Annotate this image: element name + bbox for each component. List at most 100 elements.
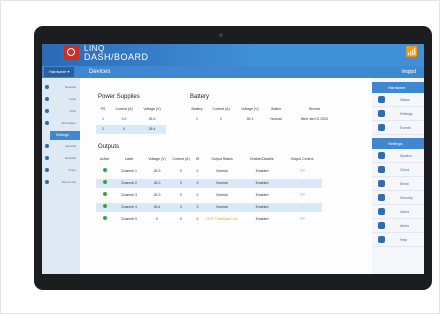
email-icon — [378, 180, 385, 187]
output-control-toggle[interactable] — [282, 191, 322, 200]
outputs-cell: Enabled — [242, 179, 282, 188]
right-item-system[interactable]: System — [372, 149, 424, 163]
output-control-toggle[interactable] — [282, 203, 322, 212]
outputs-cell: Channel 4 — [113, 203, 145, 212]
status-icon — [378, 96, 385, 103]
sidebar-item-links[interactable]: Links — [42, 94, 80, 105]
outputs-cell: 0 — [156, 217, 158, 221]
right-hardware-header[interactable]: Hardware — [372, 82, 424, 93]
info-icon — [45, 121, 49, 125]
outputs-table: Active Label Voltage (V) Current (A) W O… — [96, 155, 366, 274]
right-item-alerts[interactable]: Alerts — [372, 219, 424, 233]
outputs-cell: Channel 5 — [121, 217, 137, 221]
outputs-col-header: Active — [99, 157, 110, 161]
active-indicator-icon — [96, 191, 113, 200]
power-supplies-title: Power Supplies — [98, 94, 140, 100]
right-item-email[interactable]: Email — [372, 177, 424, 191]
ps-cell: 26.3 — [148, 117, 156, 121]
battery-cell: 1 — [196, 117, 198, 121]
ps-cell: 0 — [110, 125, 138, 134]
gear-icon — [45, 144, 49, 148]
right-item-status[interactable]: Status — [372, 93, 424, 107]
user-icon — [45, 168, 49, 172]
battery-col-header: Service — [308, 107, 321, 111]
sidebar-item-general[interactable]: General — [42, 141, 80, 152]
outputs-cell: 0 — [180, 169, 182, 173]
green-dot-icon — [102, 168, 107, 172]
outputs-cell: Enabled — [255, 169, 269, 173]
outputs-cell: 0 — [196, 169, 199, 173]
cloud-icon — [378, 166, 385, 173]
output-control-toggle[interactable] — [282, 167, 322, 176]
network-icon — [45, 85, 49, 89]
about-icon — [45, 180, 49, 184]
right-item-security[interactable]: Security — [372, 191, 424, 205]
events-icon — [378, 124, 385, 131]
right-item-settings[interactable]: Settings — [372, 107, 424, 121]
linq-logo-icon — [64, 45, 79, 60]
network-icon — [45, 156, 49, 160]
battery-title: Battery — [190, 94, 210, 100]
outputs-cell: 0 — [193, 179, 202, 188]
active-indicator-icon — [96, 167, 113, 176]
battery-col-header: Battery — [191, 107, 203, 111]
active-indicator-icon — [96, 215, 113, 224]
right-settings-header[interactable]: Settings — [372, 138, 424, 149]
sidebar-item-information[interactable]: Information — [42, 118, 80, 129]
outputs-col-header: Voltage (V) — [148, 157, 166, 161]
left-sidebar: Network Links Joint Information Settings… — [42, 78, 80, 274]
sidebar-settings-header[interactable]: Settings — [50, 131, 80, 140]
outputs-cell: 26.4 — [145, 203, 169, 212]
outputs-cell: Enabled — [255, 193, 269, 197]
outputs-cell: Normal — [216, 169, 228, 173]
outputs-cell: Normal — [202, 203, 242, 212]
sidebar-item-users[interactable]: Users — [42, 165, 80, 176]
outputs-col-header: Output Control — [290, 157, 314, 161]
battery-cell: 0 — [220, 117, 222, 121]
battery-table: Battery Current (A) Voltage (V) Status S… — [187, 105, 352, 125]
outputs-cell: OUT Threshold Low — [206, 217, 238, 221]
toggle-icon — [299, 169, 305, 172]
sidebar-item-settings-network[interactable]: Network — [42, 153, 80, 164]
camera-dot — [219, 33, 223, 37]
section-title: Devices — [89, 69, 111, 75]
outputs-cell: Enabled — [255, 217, 269, 221]
ps-cell: 26.4 — [138, 125, 166, 134]
active-indicator-icon — [96, 203, 113, 212]
outputs-cell: Channel 3 — [121, 193, 137, 197]
outputs-cell: 3 — [193, 203, 202, 212]
outputs-cell: 26.3 — [145, 179, 169, 188]
link-icon — [45, 97, 49, 101]
toggle-icon — [299, 217, 305, 220]
outputs-title: Outputs — [98, 144, 120, 150]
battery-cell: Normal — [270, 117, 282, 121]
outputs-cell: Channel 1 — [121, 169, 137, 173]
hardware-selector[interactable]: Hardware ▾ — [44, 67, 75, 77]
ps-col-header: PS — [100, 107, 106, 111]
power-supplies-table: PS Current (A) Voltage (V) 1 0.2 26.3 2 … — [96, 105, 166, 135]
device-name: linqlpd — [401, 69, 416, 75]
right-item-users[interactable]: Users — [372, 205, 424, 219]
output-control-toggle[interactable] — [282, 179, 322, 188]
sidebar-item-about[interactable]: About Linq — [42, 177, 80, 188]
user-icon — [378, 208, 385, 215]
ps-cell: 0.2 — [121, 117, 127, 121]
outputs-cell: Normal — [202, 179, 242, 188]
toggle-icon — [299, 205, 305, 208]
app-header: LINQ DASH/BOARD 📶 — [42, 44, 424, 66]
battery-col-header: Status — [271, 107, 281, 111]
sidebar-item-network[interactable]: Network — [42, 82, 80, 93]
sidebar-item-joint[interactable]: Joint — [42, 106, 80, 117]
outputs-cell: 0 — [180, 193, 182, 197]
gear-icon — [378, 110, 385, 117]
right-item-events[interactable]: Events — [372, 121, 424, 135]
active-indicator-icon — [96, 179, 113, 188]
output-control-toggle[interactable] — [282, 215, 322, 224]
alert-icon — [378, 222, 385, 229]
right-item-cloud[interactable]: Cloud — [372, 163, 424, 177]
help-icon — [378, 236, 385, 243]
right-item-help[interactable]: Help — [372, 233, 424, 247]
outputs-cell: Channel 2 — [113, 179, 145, 188]
outputs-cell: 0 — [196, 217, 199, 221]
outputs-col-header: Current (A) — [172, 157, 190, 161]
